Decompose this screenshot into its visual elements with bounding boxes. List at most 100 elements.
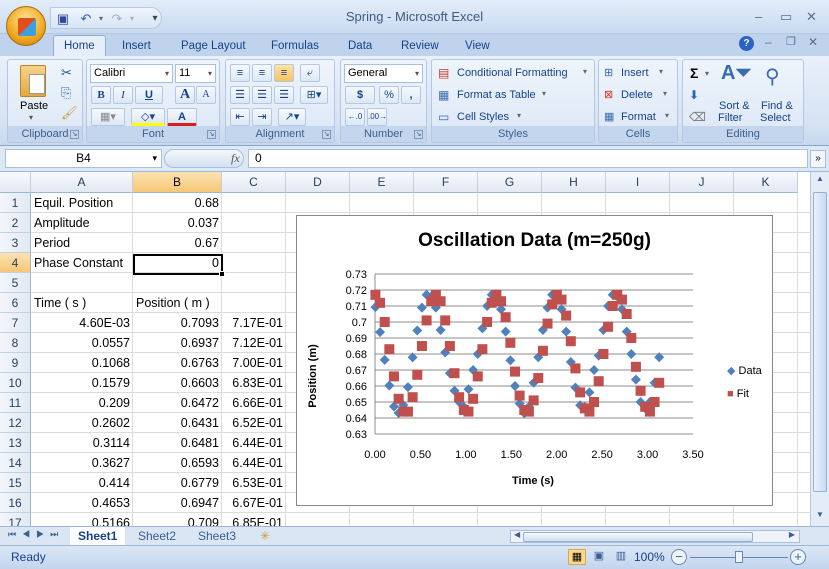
chevron-down-icon[interactable]: ▾ <box>152 150 157 167</box>
sheet-tab-sheet2[interactable]: Sheet2 <box>130 527 184 545</box>
cell-C3[interactable] <box>222 233 286 253</box>
cell-B7[interactable]: 0.7093 <box>133 313 222 333</box>
paste-icon[interactable] <box>20 65 46 97</box>
cell-A4[interactable]: Phase Constant <box>31 253 133 273</box>
align-center-button[interactable]: ☰ <box>252 86 272 104</box>
vertical-scrollbar[interactable]: ▲ ▼ <box>810 172 829 526</box>
column-header-d[interactable]: D <box>286 172 350 193</box>
cell-C13[interactable]: 6.44E-01 <box>222 433 286 453</box>
shrink-font-button[interactable]: A <box>196 86 216 104</box>
row-header-8[interactable]: 8 <box>0 333 31 353</box>
font-launcher-icon[interactable]: ↘ <box>207 130 216 139</box>
wrap-text-button[interactable]: ⤶ <box>300 64 320 82</box>
row-header-12[interactable]: 12 <box>0 413 31 433</box>
cell-C16[interactable]: 6.67E-01 <box>222 493 286 513</box>
cell-B1[interactable]: 0.68 <box>133 193 222 213</box>
cell-A9[interactable]: 0.1068 <box>31 353 133 373</box>
row-header-13[interactable]: 13 <box>0 433 31 453</box>
row-header-4[interactable]: 4 <box>0 253 31 273</box>
cell-C4[interactable] <box>222 253 286 273</box>
find-select-button-line2[interactable]: Select <box>760 112 791 124</box>
workbook-restore-button[interactable]: ❐ <box>786 35 796 48</box>
delete-cells-button[interactable]: Delete <box>621 89 653 101</box>
sort-filter-button[interactable]: Sort & <box>719 100 750 112</box>
row-header-15[interactable]: 15 <box>0 473 31 493</box>
column-header-k[interactable]: K <box>734 172 798 193</box>
cell-C14[interactable]: 6.44E-01 <box>222 453 286 473</box>
maximize-button[interactable]: ▭ <box>780 9 792 25</box>
cell-B6[interactable]: Position ( m ) <box>133 293 222 313</box>
row-header-10[interactable]: 10 <box>0 373 31 393</box>
borders-button[interactable]: ▦▾ <box>91 108 125 126</box>
tab-insert[interactable]: Insert <box>122 37 151 56</box>
cut-icon[interactable]: ✂ <box>61 65 72 81</box>
cell-C5[interactable] <box>222 273 286 293</box>
column-header-f[interactable]: F <box>414 172 478 193</box>
zoom-in-button[interactable]: + <box>790 549 806 565</box>
page-layout-view-icon[interactable]: ▣ <box>590 549 608 565</box>
cell-C11[interactable]: 6.66E-01 <box>222 393 286 413</box>
cell-C10[interactable]: 6.83E-01 <box>222 373 286 393</box>
cell-B9[interactable]: 0.6763 <box>133 353 222 373</box>
cell-C12[interactable]: 6.52E-01 <box>222 413 286 433</box>
row-header-16[interactable]: 16 <box>0 493 31 513</box>
close-button[interactable]: ✕ <box>806 9 817 25</box>
cell-B13[interactable]: 0.6481 <box>133 433 222 453</box>
cell-C1[interactable] <box>222 193 286 213</box>
find-select-button[interactable]: Find & <box>761 100 793 112</box>
autosum-button[interactable]: Σ <box>690 65 698 81</box>
zoom-slider-thumb[interactable] <box>735 551 743 563</box>
column-header-e[interactable]: E <box>350 172 414 193</box>
cell-B10[interactable]: 0.6603 <box>133 373 222 393</box>
cell-C15[interactable]: 6.53E-01 <box>222 473 286 493</box>
workbook-close-button[interactable]: ✕ <box>808 35 818 49</box>
cell-A17[interactable]: 0.5166 <box>31 513 133 526</box>
cell-A6[interactable]: Time ( s ) <box>31 293 133 313</box>
name-box[interactable]: B4 ▾ <box>5 149 162 168</box>
tab-formulas[interactable]: Formulas <box>271 37 319 56</box>
cell-C8[interactable]: 7.12E-01 <box>222 333 286 353</box>
row-header-17[interactable]: 17 <box>0 513 31 526</box>
scroll-right-icon[interactable]: ▶ <box>789 530 795 539</box>
cell-C17[interactable]: 6.85E-01 <box>222 513 286 526</box>
alignment-launcher-icon[interactable]: ↘ <box>322 130 331 139</box>
row-header-1[interactable]: 1 <box>0 193 31 213</box>
fill-icon[interactable]: ⬇ <box>689 88 699 102</box>
copy-icon[interactable]: ⎘ <box>61 85 71 101</box>
font-size-dropdown[interactable]: 11 ▾ <box>175 64 216 83</box>
cell-B12[interactable]: 0.6431 <box>133 413 222 433</box>
cell-A13[interactable]: 0.3114 <box>31 433 133 453</box>
increase-decimal-button[interactable]: ←.0 <box>345 108 365 126</box>
row-header-7[interactable]: 7 <box>0 313 31 333</box>
align-left-button[interactable]: ☰ <box>230 86 250 104</box>
cell-A10[interactable]: 0.1579 <box>31 373 133 393</box>
top-align-button[interactable]: ≡ <box>230 64 250 82</box>
cell-styles-button[interactable]: Cell Styles <box>457 111 509 123</box>
bottom-align-button[interactable]: ≡ <box>274 64 294 82</box>
cell-B3[interactable]: 0.67 <box>133 233 222 253</box>
cell-A12[interactable]: 0.2602 <box>31 413 133 433</box>
cell-C7[interactable]: 7.17E-01 <box>222 313 286 333</box>
active-cell-B4[interactable] <box>133 254 223 275</box>
tab-page-layout[interactable]: Page Layout <box>181 37 246 56</box>
column-header-j[interactable]: J <box>670 172 734 193</box>
cell-A2[interactable]: Amplitude <box>31 213 133 233</box>
column-header-c[interactable]: C <box>222 172 286 193</box>
tab-review[interactable]: Review <box>401 37 439 56</box>
underline-button[interactable]: U <box>135 86 163 104</box>
column-header-i[interactable]: I <box>606 172 670 193</box>
minimize-button[interactable]: – <box>755 9 762 24</box>
horizontal-scroll-thumb[interactable] <box>523 532 753 542</box>
grow-font-button[interactable]: A <box>175 86 195 104</box>
row-header-6[interactable]: 6 <box>0 293 31 313</box>
normal-view-icon[interactable]: ▦ <box>568 549 586 565</box>
cell-B8[interactable]: 0.6937 <box>133 333 222 353</box>
row-header-2[interactable]: 2 <box>0 213 31 233</box>
scroll-down-icon[interactable]: ▼ <box>813 510 827 524</box>
align-right-button[interactable]: ☰ <box>274 86 294 104</box>
currency-button[interactable]: $ <box>345 86 375 104</box>
formula-input[interactable]: 0 <box>248 149 808 168</box>
cell-A16[interactable]: 0.4653 <box>31 493 133 513</box>
font-color-button[interactable]: A <box>167 108 197 126</box>
clipboard-launcher-icon[interactable]: ↘ <box>70 130 79 139</box>
